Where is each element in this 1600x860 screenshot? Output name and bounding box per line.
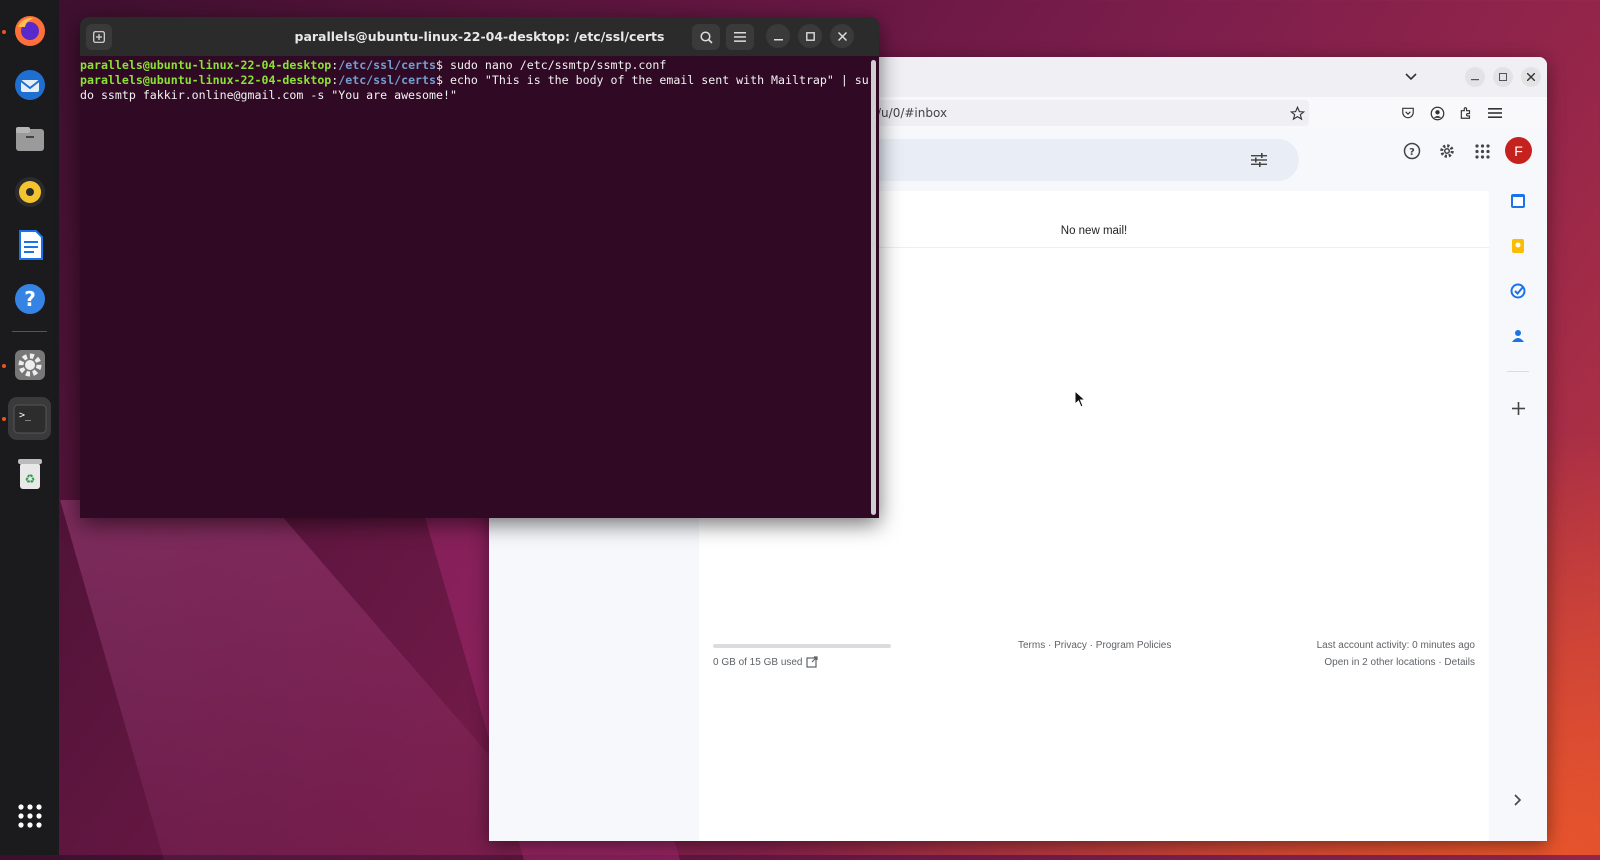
prompt-path: /etc/ssl/certs bbox=[338, 73, 436, 87]
firefox-icon[interactable] bbox=[8, 9, 51, 52]
terminal-line: parallels@ubuntu-linux-22-04-desktop:/et… bbox=[80, 58, 870, 73]
close-icon[interactable] bbox=[830, 24, 854, 48]
trash-icon[interactable]: ♻ bbox=[8, 451, 51, 494]
app-grid-icon[interactable] bbox=[8, 794, 51, 837]
command-text: sudo nano /etc/ssmtp/ssmtp.conf bbox=[449, 58, 667, 72]
url-text: /u/0/#inbox bbox=[877, 106, 948, 120]
search-icon[interactable] bbox=[692, 24, 720, 50]
contacts-icon[interactable] bbox=[1508, 326, 1528, 346]
mouse-cursor-icon bbox=[1074, 389, 1087, 412]
terminal-icon[interactable]: >_ bbox=[8, 397, 51, 440]
running-indicator bbox=[2, 417, 6, 421]
minimize-icon[interactable] bbox=[766, 24, 790, 48]
help-icon[interactable]: ? bbox=[8, 277, 51, 320]
menu-icon[interactable] bbox=[1485, 103, 1505, 123]
pocket-icon[interactable] bbox=[1398, 103, 1418, 123]
add-addon-icon[interactable] bbox=[1508, 398, 1528, 418]
svg-text:♻: ♻ bbox=[24, 472, 35, 486]
side-panel-rail bbox=[1489, 191, 1547, 841]
maximize-icon[interactable] bbox=[1493, 67, 1513, 87]
terminal-title: parallels@ubuntu-linux-22-04-desktop: /e… bbox=[294, 29, 665, 44]
storage-bar bbox=[713, 644, 891, 648]
thunderbird-icon[interactable] bbox=[8, 63, 51, 106]
last-activity: Last account activity: 0 minutes ago bbox=[1316, 640, 1475, 651]
help-support-icon[interactable]: ? bbox=[1401, 140, 1423, 162]
account-icon[interactable] bbox=[1427, 103, 1447, 123]
keep-icon[interactable] bbox=[1508, 236, 1528, 256]
terminal-output[interactable]: parallels@ubuntu-linux-22-04-desktop:/et… bbox=[80, 58, 870, 518]
open-external-icon[interactable] bbox=[805, 655, 819, 669]
close-icon[interactable] bbox=[1521, 67, 1541, 87]
storage-text: 0 GB of 15 GB used bbox=[713, 657, 803, 668]
calendar-icon[interactable] bbox=[1508, 191, 1528, 211]
settings-gear-icon[interactable] bbox=[1436, 140, 1458, 162]
maximize-icon[interactable] bbox=[798, 24, 822, 48]
minimize-icon[interactable] bbox=[1465, 67, 1485, 87]
expand-chevron-icon[interactable] bbox=[1508, 790, 1528, 810]
prompt-user: parallels@ubuntu-linux-22-04-desktop bbox=[80, 73, 332, 87]
prompt-symbol: $ bbox=[436, 58, 450, 72]
terminal-header: parallels@ubuntu-linux-22-04-desktop: /e… bbox=[80, 17, 879, 56]
tasks-icon[interactable] bbox=[1508, 281, 1528, 301]
files-icon[interactable] bbox=[8, 117, 51, 160]
dock-separator bbox=[12, 331, 47, 332]
prompt-symbol: $ bbox=[436, 73, 450, 87]
rhythmbox-icon[interactable] bbox=[8, 170, 51, 213]
settings-icon[interactable] bbox=[8, 343, 51, 386]
extensions-icon[interactable] bbox=[1456, 103, 1476, 123]
svg-text:?: ? bbox=[1409, 147, 1415, 158]
search-options-icon[interactable] bbox=[1249, 150, 1269, 170]
terminal-line: parallels@ubuntu-linux-22-04-desktop:/et… bbox=[80, 73, 870, 103]
svg-text:>_: >_ bbox=[19, 410, 32, 421]
terminal-window[interactable]: parallels@ubuntu-linux-22-04-desktop: /e… bbox=[80, 17, 879, 518]
avatar[interactable]: F bbox=[1505, 137, 1532, 164]
prompt-user: parallels@ubuntu-linux-22-04-desktop bbox=[80, 58, 332, 72]
tab-list-chevron-icon[interactable] bbox=[1401, 67, 1421, 87]
footer-links[interactable]: Terms · Privacy · Program Policies bbox=[1018, 640, 1171, 651]
hamburger-menu-icon[interactable] bbox=[726, 24, 754, 50]
svg-text:?: ? bbox=[24, 287, 36, 311]
running-indicator bbox=[2, 30, 6, 34]
ubuntu-dock: ? >_ ♻ bbox=[0, 0, 59, 855]
writer-icon[interactable] bbox=[8, 223, 51, 266]
rail-divider bbox=[1507, 371, 1529, 372]
search-bar[interactable] bbox=[819, 139, 1299, 181]
running-indicator bbox=[2, 364, 6, 368]
prompt-path: /etc/ssl/certs bbox=[338, 58, 436, 72]
bookmark-star-icon[interactable] bbox=[1287, 103, 1307, 123]
other-locations-link[interactable]: Open in 2 other locations · Details bbox=[1324, 657, 1475, 668]
apps-grid-icon[interactable] bbox=[1471, 140, 1493, 162]
terminal-scrollbar[interactable] bbox=[871, 60, 876, 515]
